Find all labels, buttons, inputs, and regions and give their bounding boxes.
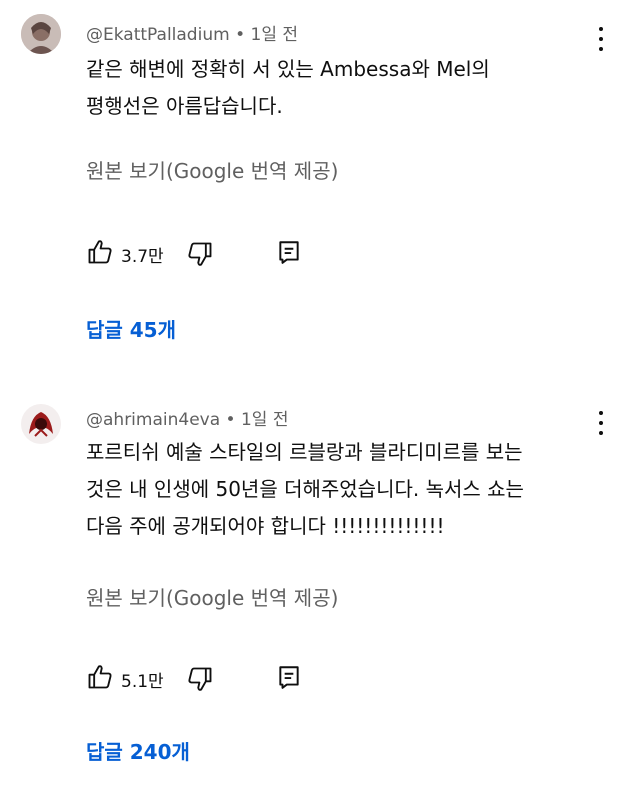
reply-icon[interactable] [276,238,302,266]
show-original-link[interactable]: 원본 보기(Google 번역 제공) [86,155,338,184]
comment-meta: @EkattPalladium • 1일 전 [86,20,298,45]
more-vert-icon[interactable] [598,411,604,435]
thumb-down-icon[interactable] [186,665,214,693]
thumb-up-icon[interactable] [86,663,114,691]
comment-time[interactable]: 1일 전 [251,25,299,45]
comment-text-line: 같은 해변에 정확히 서 있는 Ambessa와 Mel의 [86,57,490,81]
comment-actions: 5.1만 [86,663,326,693]
like-count: 3.7만 [121,247,164,267]
comment-meta: @ahrimain4eva • 1일 전 [86,405,288,430]
comment-text-line: 평행선은 아름답습니다. [86,94,283,118]
comment-author[interactable]: @ahrimain4eva [86,410,220,430]
avatar-image [21,404,61,444]
meta-separator: • [225,410,236,430]
like-count: 5.1만 [121,672,164,692]
avatar[interactable] [21,14,61,54]
comment-text-line: 것은 내 인생에 50년을 더해주었습니다. 녹서스 쇼는 [86,477,524,501]
thumb-up-icon[interactable] [86,238,114,266]
meta-separator: • [235,25,246,45]
replies-button[interactable]: 답글 45개 [86,314,176,343]
comment-text-line: 포르티쉬 예술 스타일의 르블랑과 블라디미르를 보는 [86,440,523,464]
show-original-link[interactable]: 원본 보기(Google 번역 제공) [86,582,338,611]
comment: @EkattPalladium • 1일 전 같은 해변에 정확히 서 있는 A… [0,0,640,395]
reply-icon[interactable] [276,663,302,691]
comment-text-line: 다음 주에 공개되어야 합니다 !!!!!!!!!!!!!! [86,514,445,538]
thumb-down-icon[interactable] [186,240,214,268]
comment-text: 포르티쉬 예술 스타일의 르블랑과 블라디미르를 보는 것은 내 인생에 50년… [86,434,606,545]
avatar-image [21,14,61,54]
more-vert-icon[interactable] [598,27,604,51]
comment: @ahrimain4eva • 1일 전 포르티쉬 예술 스타일의 르블랑과 블… [0,395,640,809]
avatar[interactable] [21,404,61,444]
comment-time[interactable]: 1일 전 [241,410,289,430]
comment-author[interactable]: @EkattPalladium [86,25,230,45]
comment-text: 같은 해변에 정확히 서 있는 Ambessa와 Mel의 평행선은 아름답습니… [86,51,606,125]
comment-actions: 3.7만 [86,238,326,268]
replies-button[interactable]: 답글 240개 [86,736,190,765]
